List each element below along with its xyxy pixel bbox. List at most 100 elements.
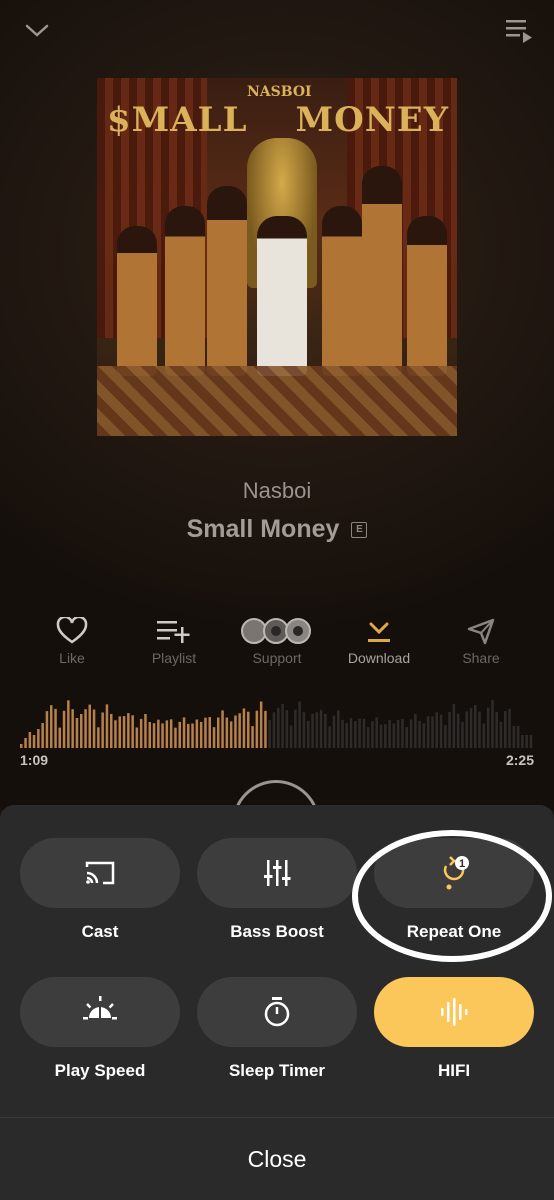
waveform-bar <box>469 708 473 748</box>
waveform-bar <box>127 713 130 748</box>
cast-tile[interactable] <box>20 838 180 908</box>
waveform-bar <box>122 716 126 748</box>
waveform-seekbar[interactable] <box>20 690 534 748</box>
equalizer-icon <box>264 860 291 886</box>
waveform-bar <box>20 744 23 748</box>
waveform-bar <box>371 721 374 748</box>
waveform-bar <box>165 720 169 748</box>
waveform-bar <box>62 710 66 748</box>
waveform-bar <box>221 710 224 748</box>
hifi-tile[interactable] <box>374 977 534 1047</box>
waveform-bar <box>422 723 426 748</box>
waveform-bar <box>208 717 211 748</box>
support-button[interactable]: Support <box>232 615 322 666</box>
cover-artist-text: NASBOI <box>247 84 312 100</box>
waveform-bar <box>345 723 348 748</box>
waveform-bar <box>392 723 396 748</box>
waveform-bar <box>88 704 91 748</box>
waveform-bar <box>499 722 503 748</box>
waveform-bar <box>114 720 117 748</box>
waveform-bar <box>84 709 87 748</box>
waveform-bar <box>328 726 331 748</box>
waveform-bar <box>28 732 32 748</box>
waveform-bar <box>319 709 323 748</box>
queue-icon <box>506 20 532 43</box>
waveform-bar <box>225 717 229 748</box>
waveform-bar <box>277 707 280 748</box>
download-icon <box>368 622 390 642</box>
waveform-bar <box>298 701 301 748</box>
waveform-bar <box>97 727 100 748</box>
waveform-bar <box>195 719 199 748</box>
waveform-bar <box>354 721 357 748</box>
waveform-bar <box>452 704 456 748</box>
waveform-bar <box>508 708 511 748</box>
waveform-bar <box>418 721 421 748</box>
sleep-timer-tile[interactable] <box>197 977 357 1047</box>
collapse-player-button[interactable] <box>20 14 54 48</box>
play-speed-tile[interactable] <box>20 977 180 1047</box>
waveform-bar <box>229 721 233 748</box>
waveform-bar <box>58 727 61 748</box>
download-label: Download <box>347 650 411 666</box>
waveform-bar <box>512 726 516 748</box>
waveform-bar <box>238 713 241 748</box>
artist-name[interactable]: Nasboi <box>0 478 554 504</box>
bass-boost-tile[interactable] <box>197 838 357 908</box>
share-button[interactable]: Share <box>436 615 526 666</box>
waveform-bar <box>92 709 96 748</box>
waveform-bar <box>67 700 70 748</box>
waveform-bar <box>54 708 57 748</box>
waveform-bar <box>341 719 344 748</box>
waveform-bar <box>384 724 387 748</box>
waveform-bar <box>426 716 430 748</box>
waveform-bar <box>366 727 370 748</box>
waveform-bar <box>251 726 254 748</box>
explicit-badge: E <box>351 521 368 538</box>
waveform-bar <box>375 717 378 748</box>
playlist-add-icon <box>157 621 190 643</box>
hifi-label: HIFI <box>437 1061 471 1080</box>
waveform-bar <box>521 735 524 748</box>
waveform-bar <box>259 701 263 748</box>
waveform-bar <box>396 720 400 748</box>
waveform-bar <box>187 723 190 748</box>
like-button[interactable]: Like <box>27 615 117 666</box>
waveform-bar <box>474 705 477 748</box>
waveform-bar <box>199 721 203 748</box>
waveform-bar <box>337 710 340 748</box>
waveform-bar <box>110 713 113 748</box>
download-button[interactable]: Download <box>334 615 424 666</box>
waveform-bar <box>444 725 447 748</box>
waveform-bar <box>362 718 366 748</box>
waveform-bar <box>247 711 250 748</box>
waveform-bar <box>161 723 164 748</box>
play-speed-icon <box>83 996 117 1020</box>
play-speed-label: Play Speed <box>54 1061 146 1080</box>
waveform-bar <box>516 726 520 748</box>
waveform-bar <box>144 714 147 748</box>
waveform-bar <box>204 717 207 748</box>
close-button[interactable]: Close <box>0 1118 554 1200</box>
waveform-bar <box>264 710 267 748</box>
waveform-bar <box>414 713 417 748</box>
waveform-bar <box>118 716 121 748</box>
queue-button[interactable] <box>502 14 536 48</box>
waveform-bar <box>529 735 533 748</box>
waveform-bar <box>242 708 246 748</box>
cast-label: Cast <box>81 922 119 941</box>
song-title-row: Small Money E <box>0 515 554 544</box>
time-total: 2:25 <box>505 752 534 768</box>
waveform-bar <box>131 715 134 748</box>
waveform-bar <box>157 719 160 748</box>
waveform-bar <box>148 722 151 748</box>
waveform-bar <box>435 712 438 748</box>
waveform-bar <box>234 715 237 748</box>
add-to-playlist-button[interactable]: Playlist <box>129 615 219 666</box>
waveform-bar <box>152 723 156 748</box>
waveform-bar <box>491 700 494 748</box>
playlist-label: Playlist <box>151 650 197 666</box>
bass-boost-label: Bass Boost <box>230 922 324 941</box>
waveform-bar <box>217 717 220 748</box>
song-title: Small Money <box>186 515 340 543</box>
